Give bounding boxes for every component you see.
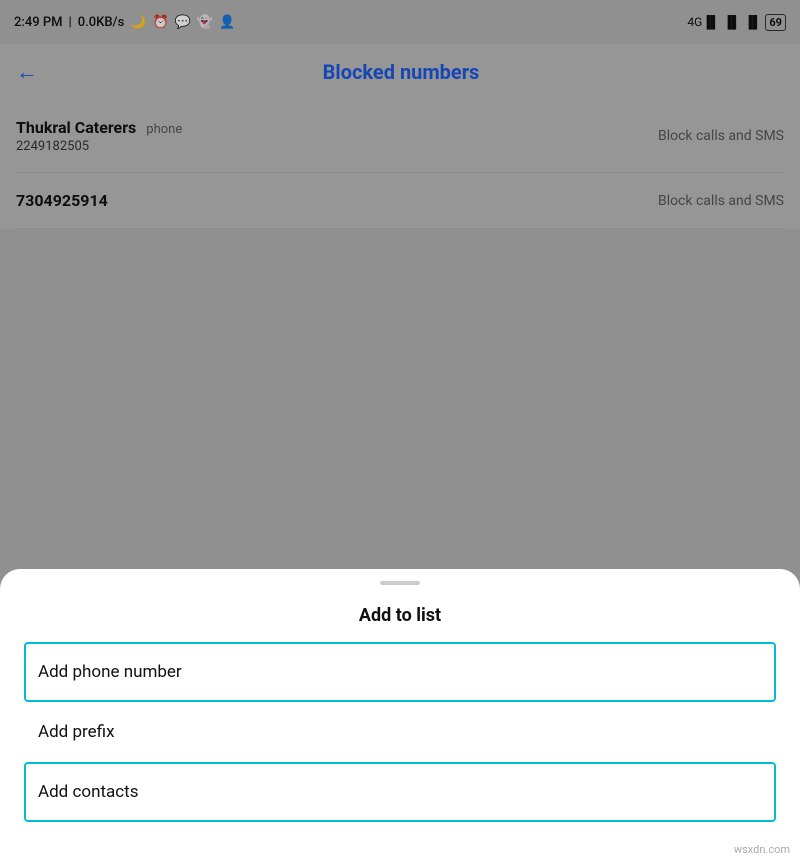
- option-add-contacts[interactable]: Add contacts: [24, 762, 776, 822]
- option-add-phone[interactable]: Add phone number: [24, 642, 776, 702]
- bottom-sheet: Add to list Add phone number Add prefix …: [0, 569, 800, 862]
- sheet-handle: [380, 581, 420, 585]
- sheet-options: Add phone number Add prefix Add contacts: [0, 642, 800, 822]
- sheet-title: Add to list: [0, 593, 800, 642]
- option-add-prefix[interactable]: Add prefix: [24, 702, 776, 762]
- watermark: wsxdn.com: [734, 843, 790, 856]
